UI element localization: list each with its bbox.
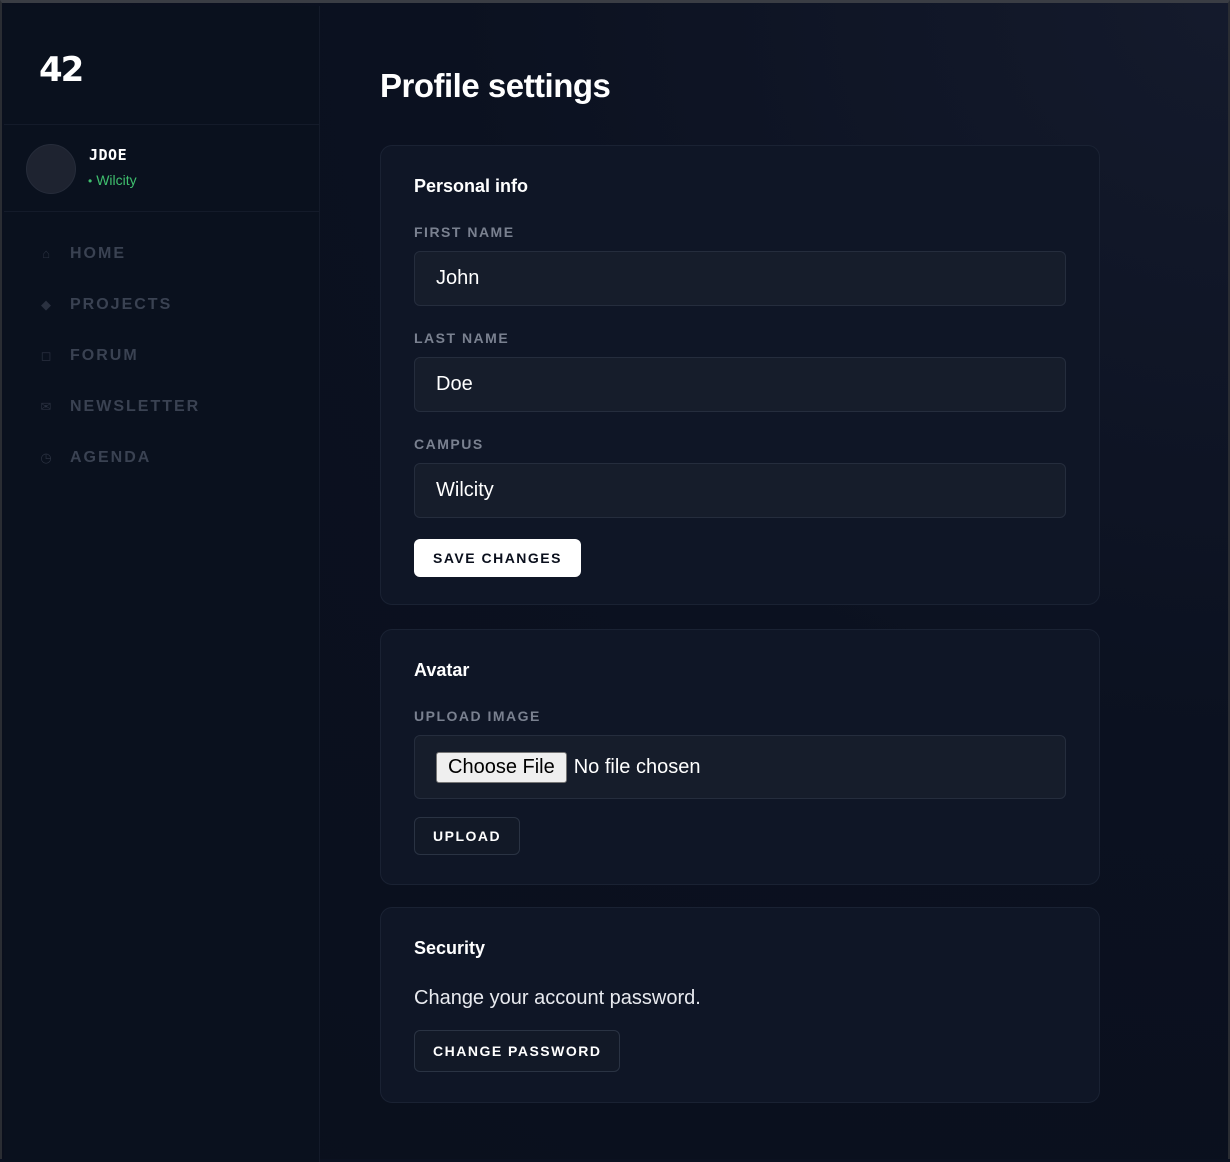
upload-image-label: UPLOAD IMAGE (414, 708, 541, 724)
first-name-label: FIRST NAME (414, 224, 515, 240)
sidebar-item-home[interactable]: ⌂ HOME (4, 228, 319, 279)
sidebar-item-label: NEWSLETTER (70, 397, 201, 415)
avatar-card: Avatar UPLOAD IMAGE Choose File No file … (380, 629, 1100, 885)
sidebar-item-agenda[interactable]: ◷ AGENDA (4, 432, 319, 483)
user-campus-label: Wilcity (96, 172, 137, 188)
card-title: Personal info (414, 176, 529, 196)
sidebar-item-label: HOME (70, 244, 126, 262)
personal-info-card: Personal info FIRST NAME LAST NAME CAMPU… (380, 145, 1100, 605)
online-status-dot: • (88, 174, 93, 188)
choose-file-button[interactable]: Choose File (436, 751, 567, 783)
home-icon: ⌂ (42, 246, 50, 261)
upload-button[interactable]: UPLOAD (414, 817, 521, 855)
clock-icon: ◷ (40, 449, 52, 465)
square-icon: ◻ (40, 347, 52, 363)
card-title: Avatar (414, 660, 470, 680)
app-window: 42 JDOE • Wilcity ⌂ HOME ◆ PROJECTS ◻ FOR… (0, 0, 1230, 1162)
save-changes-button[interactable]: SAVE CHANGES (414, 539, 581, 577)
sidebar-nav: ⌂ HOME ◆ PROJECTS ◻ FORUM ✉ NEWSLETTER ◷… (4, 228, 319, 483)
sidebar-item-newsletter[interactable]: ✉ NEWSLETTER (4, 381, 319, 432)
diamond-icon: ◆ (41, 296, 51, 312)
file-status: No file chosen (573, 755, 701, 778)
sidebar-item-projects[interactable]: ◆ PROJECTS (4, 279, 319, 330)
campus-label: CAMPUS (414, 436, 484, 452)
sidebar-item-label: FORUM (70, 346, 139, 364)
security-description: Change your account password. (414, 987, 701, 1009)
card-title: Security (414, 938, 486, 958)
security-card: Security Change your account password. C… (380, 907, 1100, 1103)
logo[interactable]: 42 (39, 50, 84, 90)
user-campus: • Wilcity (88, 172, 137, 188)
sidebar-item-label: PROJECTS (70, 295, 173, 313)
sidebar-item-label: AGENDA (70, 448, 152, 466)
first-name-input[interactable] (414, 251, 1066, 306)
envelope-icon: ✉ (40, 398, 52, 414)
logo-area: 42 (4, 6, 319, 125)
last-name-input[interactable] (414, 357, 1066, 412)
user-profile: JDOE • Wilcity (4, 125, 319, 212)
page-title: Profile settings (380, 67, 611, 104)
username: JDOE (89, 146, 128, 164)
change-password-button[interactable]: CHANGE PASSWORD (414, 1030, 621, 1072)
avatar[interactable] (26, 144, 76, 194)
sidebar-item-forum[interactable]: ◻ FORUM (4, 330, 319, 381)
last-name-label: LAST NAME (414, 330, 510, 346)
sidebar: 42 JDOE • Wilcity ⌂ HOME ◆ PROJECTS ◻ FOR… (4, 6, 320, 1162)
file-input[interactable]: Choose File No file chosen (414, 735, 1066, 799)
campus-input[interactable] (414, 463, 1066, 518)
